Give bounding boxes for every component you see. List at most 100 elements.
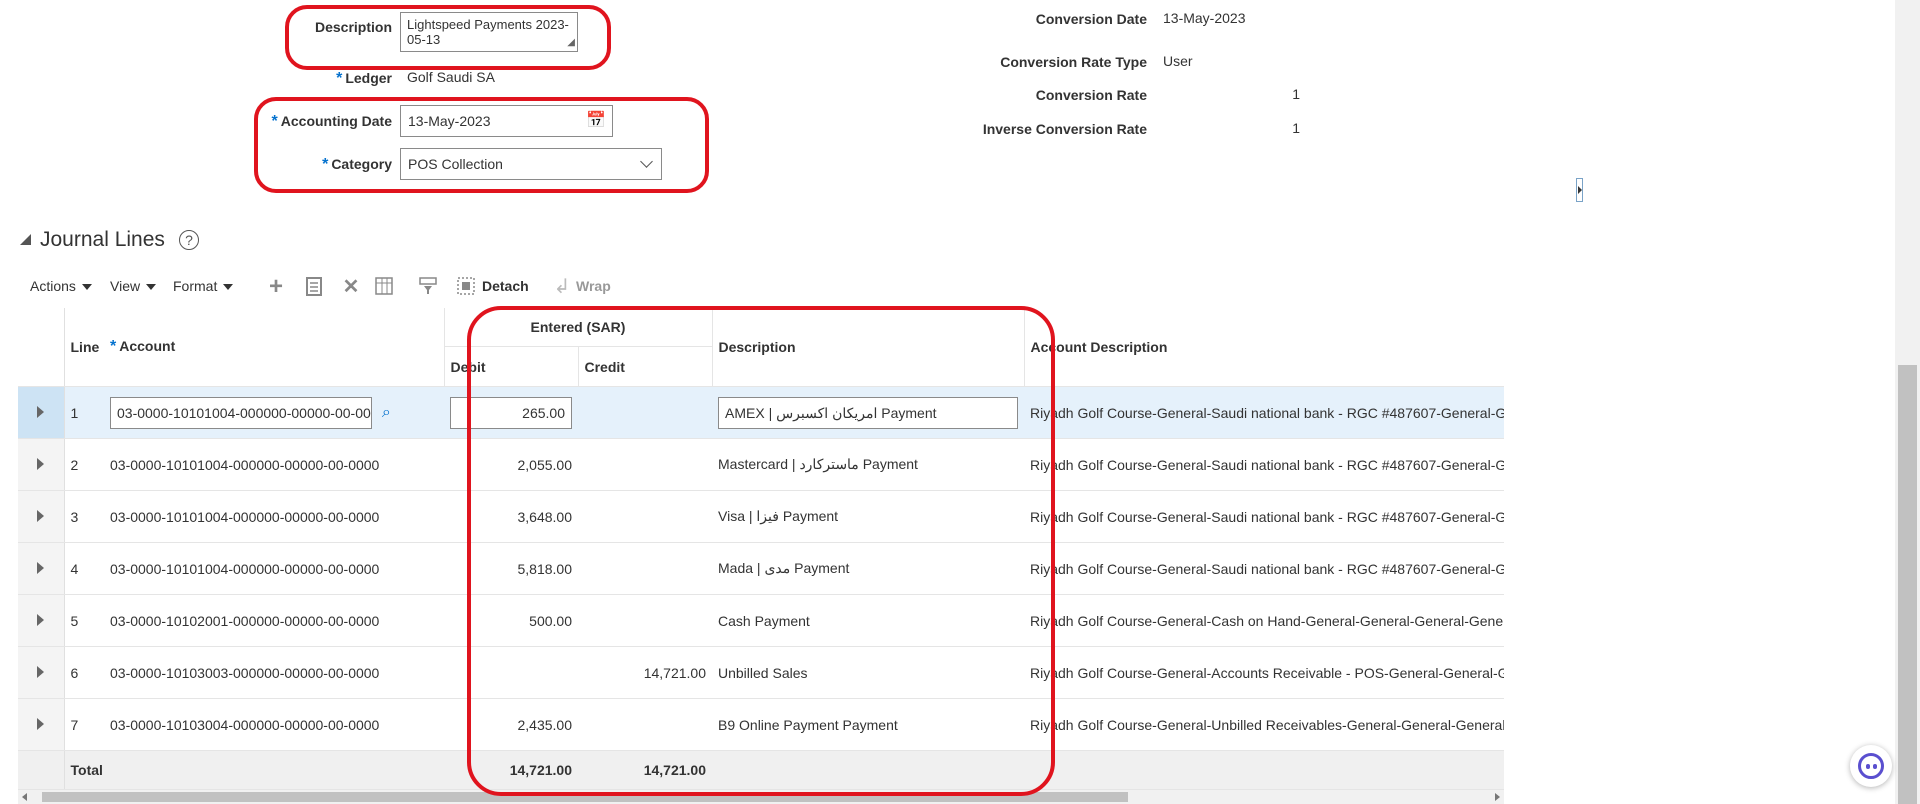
help-icon[interactable]: ? (179, 230, 199, 250)
description-cell[interactable]: B9 Online Payment Payment (712, 698, 1024, 751)
credit-cell[interactable]: 14,721.00 (578, 646, 712, 699)
section-title: Journal Lines (40, 228, 165, 251)
description-cell[interactable]: Mastercard | ماستركارد Payment (712, 438, 1024, 491)
section-collapse-icon[interactable] (20, 234, 31, 245)
account-cell[interactable]: 03-0000-10102001-000000-00000-00-0000 (104, 594, 444, 647)
accounting-date-value: 13-May-2023 (408, 113, 491, 129)
conversion-date-value: 13-May-2023 (1163, 10, 1246, 26)
resize-handle-icon[interactable]: ◢ (567, 35, 575, 50)
debit-cell[interactable]: 3,648.00 (444, 490, 578, 543)
table-row[interactable]: 5 03-0000-10102001-000000-00000-00-0000 … (18, 594, 1504, 647)
account-description-cell: Riyadh Golf Course-General-Saudi nationa… (1024, 386, 1504, 439)
vertical-scrollbar-thumb[interactable] (1898, 365, 1917, 804)
description-cell[interactable]: Cash Payment (712, 594, 1024, 647)
inverse-conversion-rate-label: Inverse Conversion Rate (982, 121, 1147, 137)
row-expand-icon[interactable] (18, 386, 65, 439)
col-header-account-description[interactable]: Account Description (1023, 308, 1504, 387)
description-label: Description (314, 19, 392, 35)
line-number: 5 (64, 594, 104, 647)
account-cell[interactable]: 03-0000-10103003-000000-00000-00-0000 (104, 646, 444, 699)
accounting-date-label: * Accounting Date (271, 113, 392, 130)
account-cell[interactable]: 03-0000-10103004-000000-00000-00-0000 (104, 698, 444, 751)
accounting-date-input[interactable]: 13-May-2023 📅 (400, 105, 613, 137)
account-cell[interactable]: 03-0000-10101004-000000-00000-00-0000 (104, 490, 444, 543)
credit-cell[interactable] (578, 490, 712, 543)
detach-icon[interactable] (455, 276, 477, 298)
journal-lines-table: Line * Account Entered (SAR) Description … (18, 308, 1504, 790)
table-row[interactable]: 4 03-0000-10101004-000000-00000-00-0000 … (18, 542, 1504, 595)
line-number: 3 (64, 490, 104, 543)
col-header-description[interactable]: Description (711, 308, 1024, 387)
account-input[interactable]: 03-0000-10101004-000000-00000-00-0000 (110, 396, 372, 429)
line-number: 7 (64, 698, 104, 751)
debit-input[interactable]: 265.00 (450, 396, 572, 429)
table-row[interactable]: 1 03-0000-10101004-000000-00000-00-0000 … (18, 386, 1504, 439)
col-header-debit[interactable]: Debit (443, 346, 578, 387)
table-row[interactable]: 6 03-0000-10103003-000000-00000-00-0000 … (18, 646, 1504, 699)
row-expand-icon[interactable] (18, 438, 65, 491)
total-label: Total (64, 750, 444, 790)
debit-cell[interactable]: 2,055.00 (444, 438, 578, 491)
vertical-scrollbar[interactable] (1895, 0, 1920, 804)
horizontal-scrollbar[interactable] (18, 790, 1504, 804)
view-menu[interactable]: View (110, 278, 157, 294)
col-header-line[interactable]: Line (64, 308, 104, 387)
caret-down-icon (223, 284, 234, 291)
line-number: 4 (64, 542, 104, 595)
ledger-value: Golf Saudi SA (407, 69, 495, 85)
columns-icon[interactable] (373, 276, 395, 298)
caret-down-icon (81, 284, 92, 291)
debit-cell[interactable] (444, 646, 578, 699)
table-row[interactable]: 2 03-0000-10101004-000000-00000-00-0000 … (18, 438, 1504, 491)
category-select[interactable]: POS Collection (400, 148, 662, 180)
description-cell[interactable]: Unbilled Sales (712, 646, 1024, 699)
add-row-icon[interactable]: + (265, 275, 287, 299)
row-expand-icon[interactable] (18, 490, 65, 543)
total-debit: 14,721.00 (444, 750, 578, 790)
wrap-button: Wrap (576, 278, 611, 294)
category-label: * Category (322, 156, 392, 173)
conversion-rate-type-value: User (1163, 53, 1193, 69)
account-description-cell: Riyadh Golf Course-General-Saudi nationa… (1024, 490, 1504, 543)
credit-cell[interactable] (578, 542, 712, 595)
query-by-example-icon[interactable] (417, 276, 439, 298)
credit-cell[interactable] (578, 386, 712, 439)
description-cell[interactable]: AMEX | امريكان اكسبرس Payment (712, 386, 1024, 439)
panel-splitter-handle[interactable] (1576, 178, 1583, 202)
table-row[interactable]: 3 03-0000-10101004-000000-00000-00-0000 … (18, 490, 1504, 543)
scroll-left-icon[interactable] (22, 793, 27, 801)
debit-cell[interactable]: 265.00 (444, 386, 578, 439)
debit-cell[interactable]: 2,435.00 (444, 698, 578, 751)
description-field[interactable]: Lightspeed Payments 2023-05-13 ◢ (400, 12, 578, 52)
table-row[interactable]: 7 03-0000-10103004-000000-00000-00-0000 … (18, 698, 1504, 751)
line-description-input[interactable]: AMEX | امريكان اكسبرس Payment (718, 396, 1018, 429)
calendar-icon[interactable]: 📅 (586, 106, 606, 136)
format-menu[interactable]: Format (173, 278, 234, 294)
assistant-bubble[interactable] (1850, 745, 1892, 787)
search-icon[interactable]: ⌕ (382, 404, 391, 422)
detach-button[interactable]: Detach (482, 278, 529, 294)
edit-icon[interactable] (303, 276, 325, 298)
credit-cell[interactable] (578, 594, 712, 647)
debit-cell[interactable]: 500.00 (444, 594, 578, 647)
credit-cell[interactable] (578, 698, 712, 751)
row-expand-icon[interactable] (18, 542, 65, 595)
row-expand-icon[interactable] (18, 646, 65, 699)
col-header-account[interactable]: * Account (104, 308, 444, 387)
account-cell[interactable]: 03-0000-10101004-000000-00000-00-0000 (104, 438, 444, 491)
credit-cell[interactable] (578, 438, 712, 491)
col-header-credit[interactable]: Credit (577, 346, 712, 387)
description-cell[interactable]: Mada | مدى Payment (712, 542, 1024, 595)
account-description-cell: Riyadh Golf Course-General-Unbilled Rece… (1024, 698, 1504, 751)
row-expand-icon[interactable] (18, 594, 65, 647)
scroll-right-icon[interactable] (1495, 793, 1500, 801)
actions-menu[interactable]: Actions (30, 278, 92, 294)
account-cell[interactable]: 03-0000-10101004-000000-00000-00-0000 ⌕ (104, 386, 444, 439)
row-expand-icon[interactable] (18, 698, 65, 751)
debit-cell[interactable]: 5,818.00 (444, 542, 578, 595)
horizontal-scrollbar-thumb[interactable] (42, 792, 1128, 802)
account-cell[interactable]: 03-0000-10101004-000000-00000-00-0000 (104, 542, 444, 595)
description-cell[interactable]: Visa | فيزا Payment (712, 490, 1024, 543)
delete-icon[interactable]: ✕ (340, 276, 362, 298)
conversion-date-label: Conversion Date (1035, 11, 1147, 27)
